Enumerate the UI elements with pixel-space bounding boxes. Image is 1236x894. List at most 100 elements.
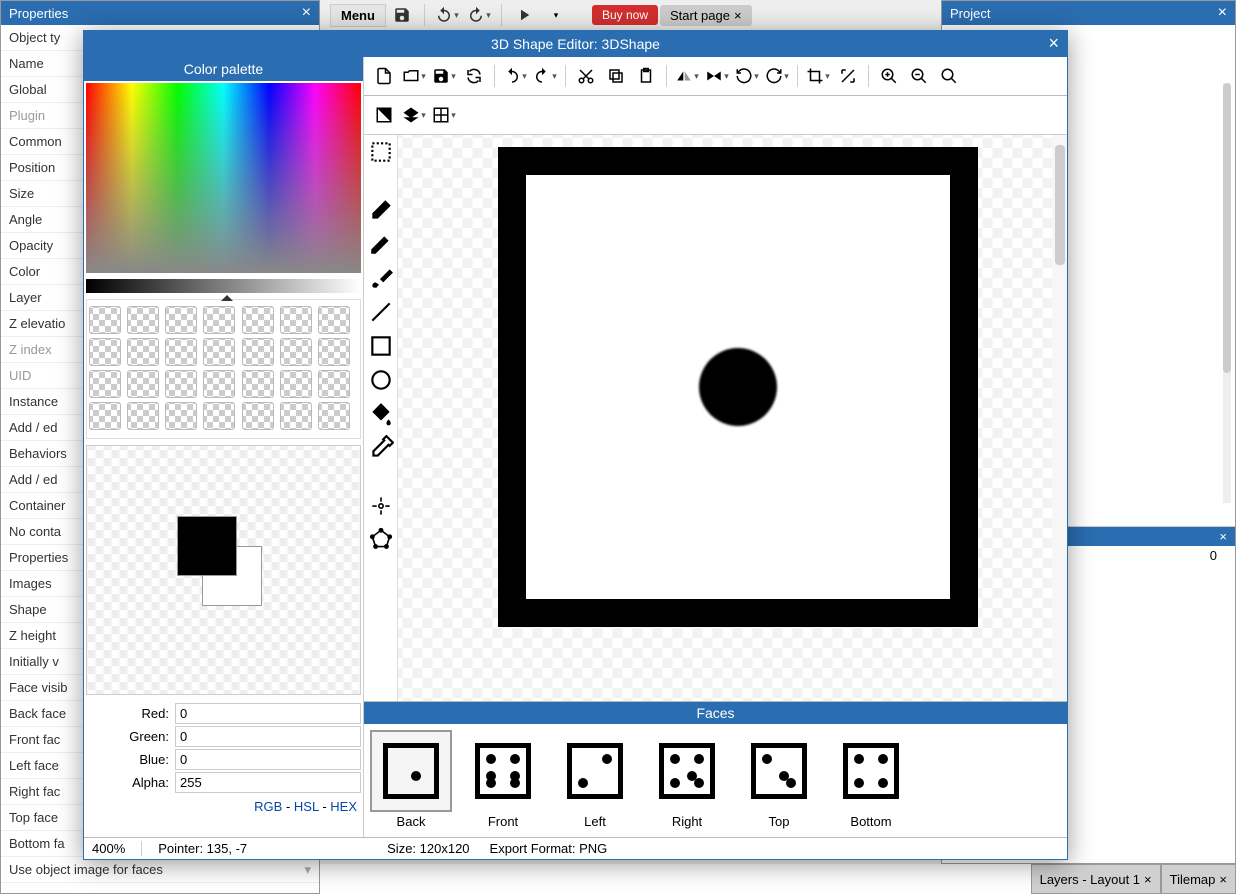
close-icon[interactable]: ×: [1219, 872, 1227, 887]
play-caret-icon[interactable]: ▾: [544, 3, 568, 27]
crop-icon[interactable]: [804, 63, 832, 89]
pencil-icon[interactable]: [368, 231, 394, 257]
swatch[interactable]: [127, 370, 159, 398]
swatch[interactable]: [89, 306, 121, 334]
swatch[interactable]: [318, 338, 350, 366]
blue-input[interactable]: [175, 749, 361, 770]
canvas[interactable]: [398, 135, 1067, 701]
swatch[interactable]: [242, 370, 274, 398]
swatch[interactable]: [280, 338, 312, 366]
brush-icon[interactable]: [368, 265, 394, 291]
save-icon[interactable]: [430, 63, 458, 89]
swatch[interactable]: [242, 338, 274, 366]
saturation-picker[interactable]: [86, 83, 361, 273]
swatch[interactable]: [242, 306, 274, 334]
reload-icon[interactable]: [460, 63, 488, 89]
lightness-slider[interactable]: [86, 279, 361, 293]
redo-icon[interactable]: [531, 63, 559, 89]
swatch[interactable]: [165, 370, 197, 398]
canvas-content[interactable]: [498, 147, 978, 627]
invert-icon[interactable]: [370, 102, 398, 128]
swatch[interactable]: [165, 402, 197, 430]
undo-icon[interactable]: [501, 63, 529, 89]
eyedropper-icon[interactable]: [368, 435, 394, 461]
close-icon[interactable]: ×: [1219, 529, 1227, 544]
hsl-link[interactable]: HSL: [294, 799, 319, 814]
new-file-icon[interactable]: [370, 63, 398, 89]
flip-h-icon[interactable]: [673, 63, 701, 89]
color-preview[interactable]: [86, 445, 361, 695]
close-icon[interactable]: ×: [302, 5, 311, 21]
alpha-input[interactable]: [175, 772, 361, 793]
start-page-tab[interactable]: Start page×: [660, 5, 752, 26]
swatch[interactable]: [127, 402, 159, 430]
zoom-out-icon[interactable]: [905, 63, 933, 89]
swatch[interactable]: [318, 370, 350, 398]
swatch[interactable]: [165, 338, 197, 366]
swatch[interactable]: [127, 306, 159, 334]
swatch[interactable]: [242, 402, 274, 430]
swatch[interactable]: [280, 402, 312, 430]
swatch[interactable]: [280, 370, 312, 398]
use-object-image-row[interactable]: Use object image for faces: [1, 857, 319, 883]
face-back[interactable]: Back: [372, 732, 450, 829]
zoom-in-icon[interactable]: [875, 63, 903, 89]
redo-icon[interactable]: [467, 3, 491, 27]
face-front[interactable]: Front: [464, 732, 542, 829]
undo-icon[interactable]: [435, 3, 459, 27]
swatch[interactable]: [318, 306, 350, 334]
rect-icon[interactable]: [368, 333, 394, 359]
rgb-link[interactable]: RGB: [254, 799, 282, 814]
swatch[interactable]: [318, 402, 350, 430]
fill-icon[interactable]: [368, 401, 394, 427]
marquee-icon[interactable]: [368, 139, 394, 165]
flip-v-icon[interactable]: [703, 63, 731, 89]
rotate-cw-icon[interactable]: [763, 63, 791, 89]
swatch[interactable]: [89, 370, 121, 398]
close-icon[interactable]: ×: [734, 8, 742, 23]
swatch[interactable]: [203, 338, 235, 366]
close-icon[interactable]: ×: [1144, 872, 1152, 887]
grid-icon[interactable]: [430, 102, 458, 128]
copy-icon[interactable]: [602, 63, 630, 89]
polygon-icon[interactable]: [368, 527, 394, 553]
face-right[interactable]: Right: [648, 732, 726, 829]
close-icon[interactable]: ×: [1218, 5, 1227, 21]
line-icon[interactable]: [368, 299, 394, 325]
swatch[interactable]: [165, 306, 197, 334]
rotate-ccw-icon[interactable]: [733, 63, 761, 89]
layers-icon[interactable]: [400, 102, 428, 128]
swatch[interactable]: [203, 370, 235, 398]
hex-link[interactable]: HEX: [330, 799, 357, 814]
buy-now-button[interactable]: Buy now: [592, 5, 658, 25]
green-input[interactable]: [175, 726, 361, 747]
face-bottom[interactable]: Bottom: [832, 732, 910, 829]
origin-icon[interactable]: [368, 493, 394, 519]
swatch[interactable]: [203, 306, 235, 334]
ellipse-icon[interactable]: [368, 367, 394, 393]
vertical-scrollbar[interactable]: [1053, 135, 1067, 701]
swatch[interactable]: [89, 338, 121, 366]
menu-button[interactable]: Menu: [330, 4, 386, 27]
cut-icon[interactable]: [572, 63, 600, 89]
save-icon[interactable]: [390, 3, 414, 27]
swatch[interactable]: [203, 402, 235, 430]
red-input[interactable]: [175, 703, 361, 724]
eraser-icon[interactable]: [368, 197, 394, 223]
swatch[interactable]: [89, 402, 121, 430]
layers-tab[interactable]: Layers - Layout 1×: [1031, 864, 1161, 894]
swatch[interactable]: [280, 306, 312, 334]
zoom-fit-icon[interactable]: [935, 63, 963, 89]
play-icon[interactable]: [512, 3, 536, 27]
paste-icon[interactable]: [632, 63, 660, 89]
face-left[interactable]: Left: [556, 732, 634, 829]
close-icon[interactable]: ×: [1048, 33, 1059, 54]
swatch-grid[interactable]: [89, 306, 352, 430]
face-top[interactable]: Top: [740, 732, 818, 829]
tilemap-tab[interactable]: Tilemap×: [1161, 864, 1236, 894]
foreground-swatch[interactable]: [177, 516, 237, 576]
open-icon[interactable]: [400, 63, 428, 89]
modal-title: 3D Shape Editor: 3DShape ×: [84, 31, 1067, 57]
resize-icon[interactable]: [834, 63, 862, 89]
swatch[interactable]: [127, 338, 159, 366]
